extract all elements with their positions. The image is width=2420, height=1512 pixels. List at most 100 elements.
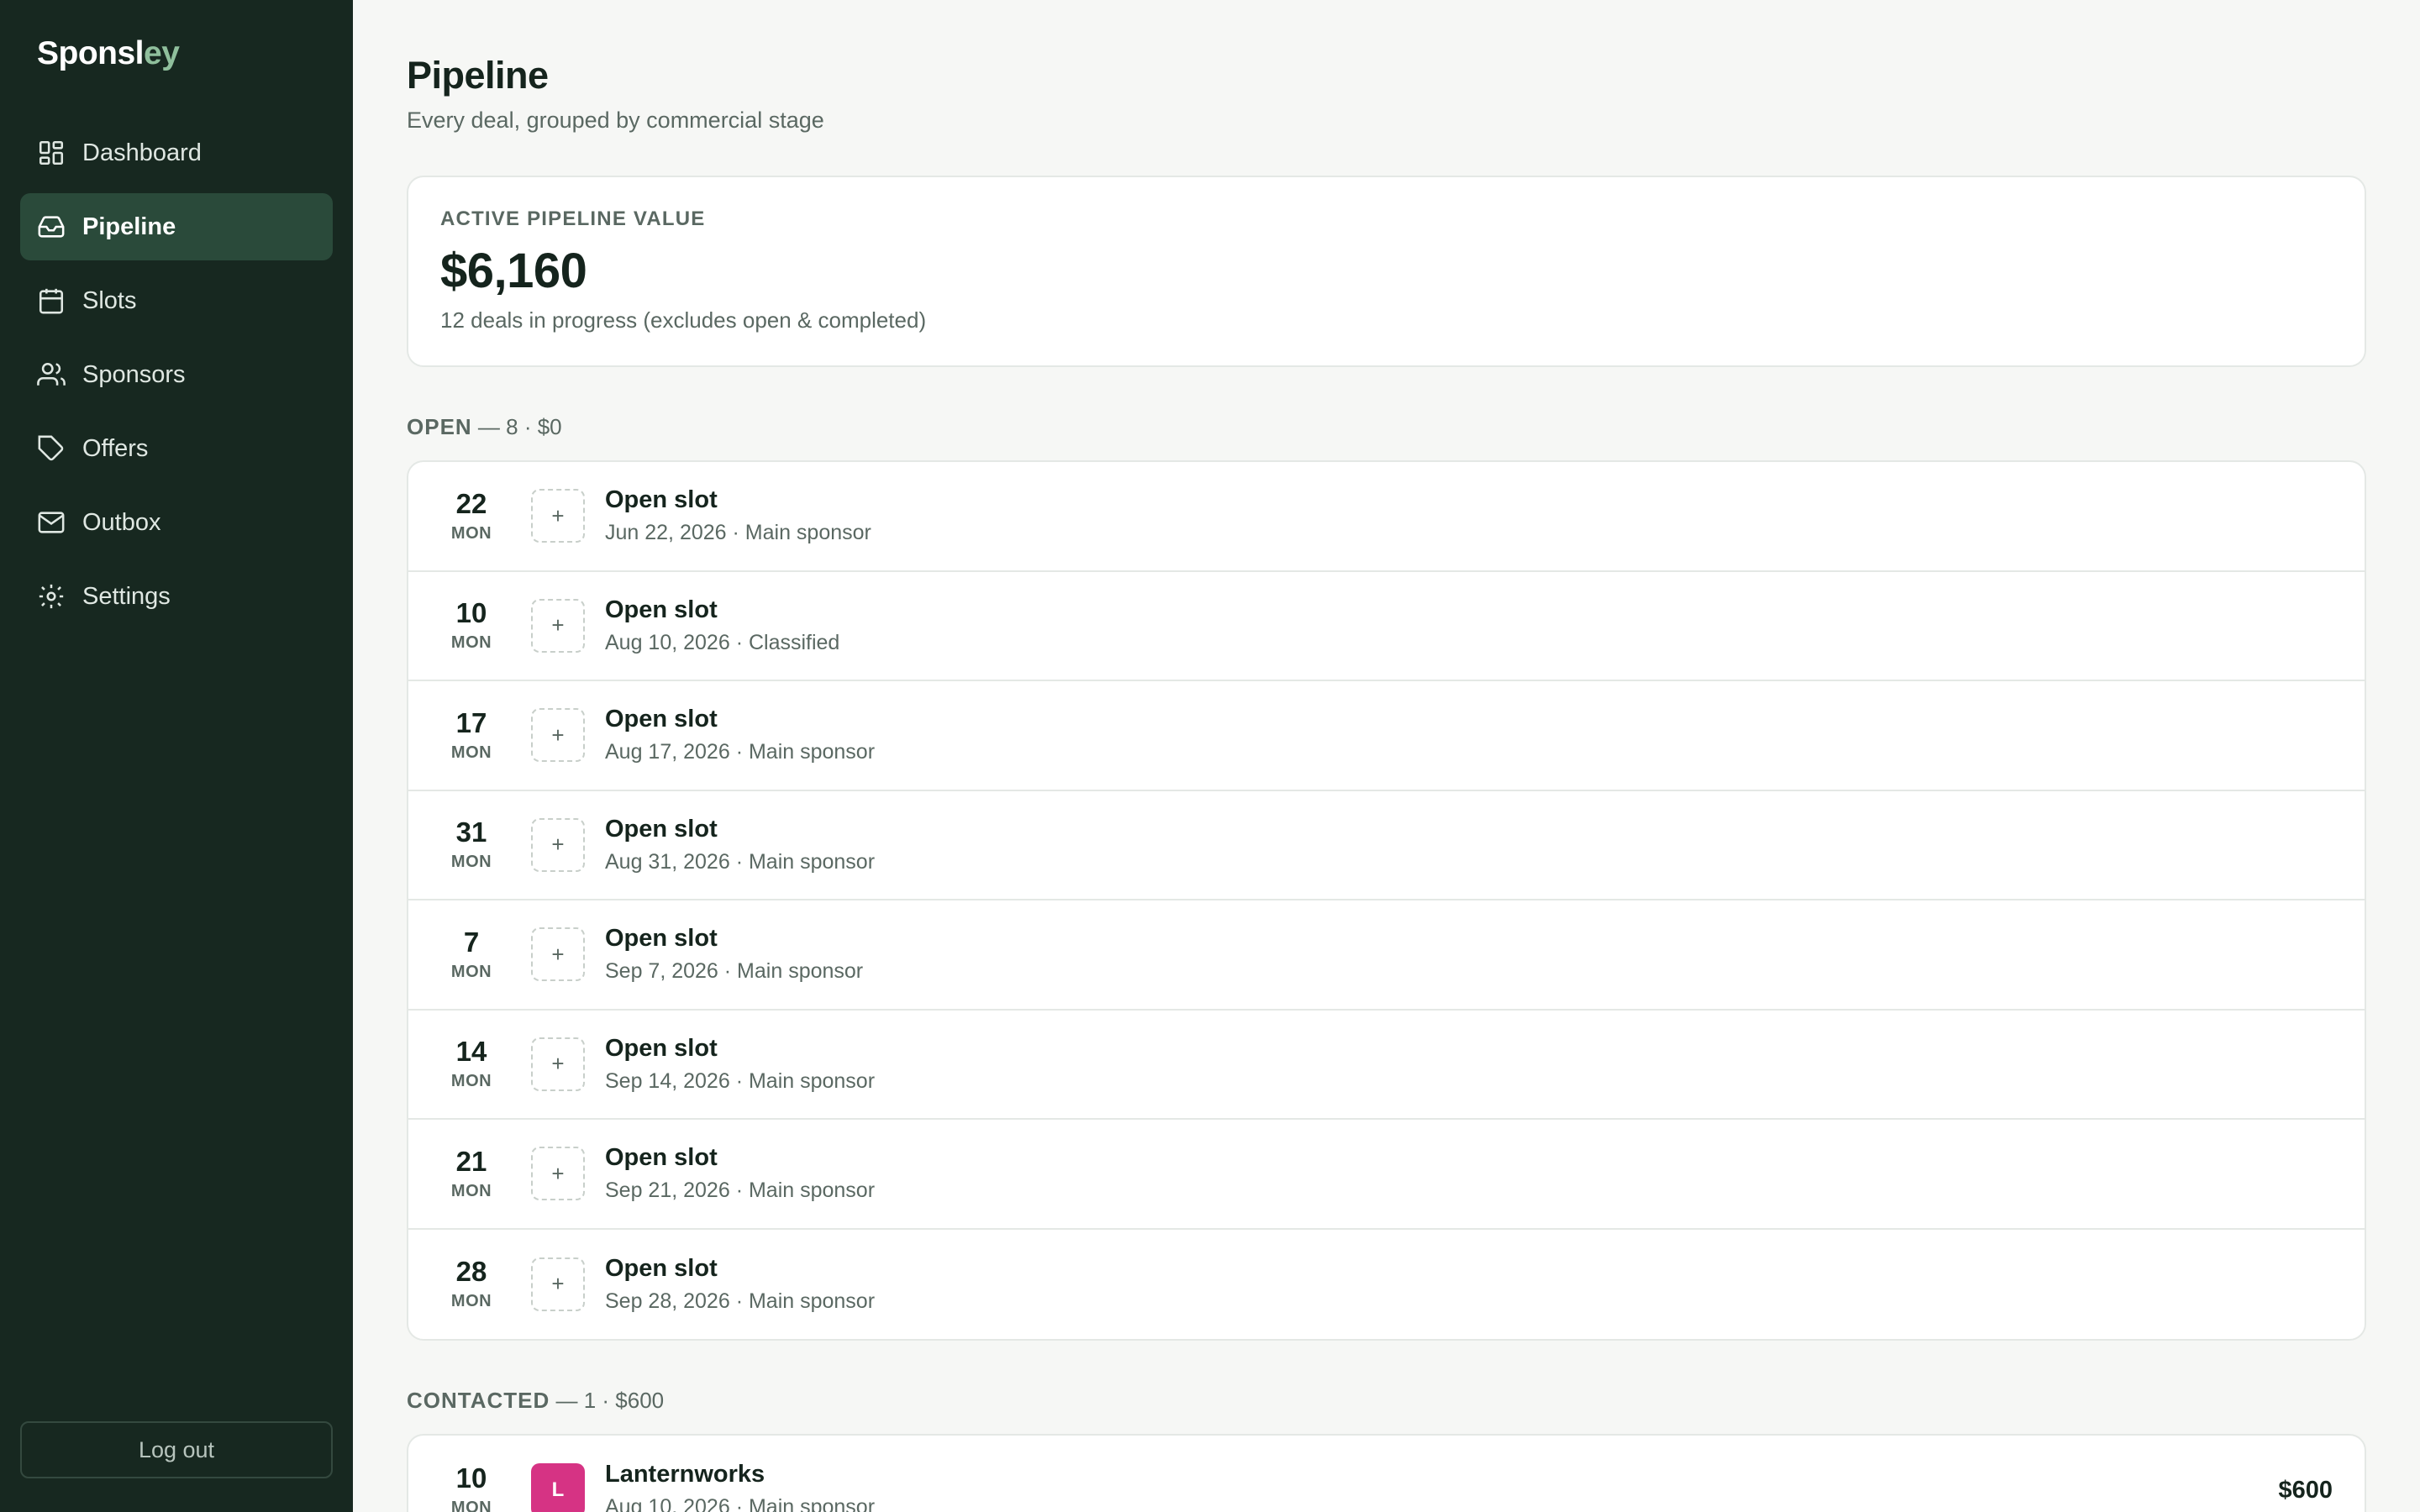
sidebar-item-outbox[interactable]: Outbox bbox=[20, 489, 333, 556]
row-text: Open slot Aug 31, 2026 · Main sponsor bbox=[605, 816, 875, 874]
add-slot-icon[interactable]: + bbox=[531, 708, 585, 763]
row-title: Open slot bbox=[605, 706, 718, 733]
deal-amount: $600 bbox=[2278, 1476, 2333, 1504]
row-day: 21 bbox=[455, 1145, 487, 1177]
row-weekday: MON bbox=[450, 743, 492, 762]
add-slot-icon[interactable]: + bbox=[531, 817, 585, 872]
row-day: 31 bbox=[455, 816, 487, 848]
row-subtitle: Sep 28, 2026 · Main sponsor bbox=[605, 1289, 876, 1313]
table-row[interactable]: 7 MON + Open slot Sep 7, 2026 · Main spons… bbox=[408, 900, 2365, 1011]
table-row[interactable]: 14 MON + Open slot Sep 14, 2026 · Main spo… bbox=[408, 1011, 2365, 1120]
table-row[interactable]: 28 MON + Open slot Sep 28, 2026 · Main spo… bbox=[408, 1230, 2365, 1340]
sidebar-item-label: Offers bbox=[82, 434, 149, 462]
gear-icon bbox=[37, 582, 66, 611]
add-slot-icon[interactable]: + bbox=[531, 489, 585, 543]
sidebar-item-pipeline[interactable]: Pipeline bbox=[20, 193, 333, 260]
sidebar: Sponsley Dashboard Pipeline Slots Sponso… bbox=[0, 0, 353, 1512]
row-text: Open slot Jun 22, 2026 · Main sponsor bbox=[605, 486, 871, 545]
app-root: Sponsley Dashboard Pipeline Slots Sponso… bbox=[0, 0, 2420, 1512]
add-slot-icon[interactable]: + bbox=[531, 598, 585, 653]
row-text: Open slot Sep 21, 2026 · Main sponsor bbox=[605, 1144, 875, 1203]
row-date: 31 MON bbox=[440, 816, 502, 872]
row-day: 10 bbox=[455, 597, 487, 629]
row-date: 7 MON bbox=[440, 927, 502, 982]
app-logo[interactable]: Sponsley bbox=[37, 35, 180, 72]
add-slot-icon[interactable]: + bbox=[531, 927, 585, 982]
row-subtitle: Sep 21, 2026 · Main sponsor bbox=[605, 1179, 876, 1203]
sidebar-nav: Dashboard Pipeline Slots Sponsors Offers… bbox=[20, 119, 333, 637]
row-subtitle: Aug 10, 2026 · Classified bbox=[605, 630, 840, 654]
sidebar-item-label: Outbox bbox=[82, 508, 161, 536]
row-text: Open slot Aug 17, 2026 · Main sponsor bbox=[605, 706, 875, 764]
open-deals-list: 22 MON + Open slot Jun 22, 2026 · Main spo… bbox=[407, 460, 2366, 1341]
add-slot-icon[interactable]: + bbox=[531, 1257, 585, 1311]
row-date: 14 MON bbox=[440, 1036, 502, 1091]
row-subtitle: Aug 17, 2026 · Main sponsor bbox=[605, 740, 876, 764]
row-text: Open slot Sep 14, 2026 · Main sponsor bbox=[605, 1035, 875, 1094]
row-weekday: MON bbox=[450, 853, 492, 872]
row-day: 22 bbox=[455, 487, 487, 519]
logout-button[interactable]: Log out bbox=[20, 1421, 333, 1478]
row-day: 14 bbox=[455, 1036, 487, 1068]
users-icon bbox=[37, 360, 66, 389]
row-date: 17 MON bbox=[440, 706, 502, 763]
sidebar-item-offers[interactable]: Offers bbox=[20, 415, 333, 482]
tag-icon bbox=[37, 434, 66, 463]
main-content: Pipeline Every deal, grouped by commerci… bbox=[353, 0, 2420, 1512]
sidebar-item-dashboard[interactable]: Dashboard bbox=[20, 119, 333, 186]
row-weekday: MON bbox=[450, 1181, 492, 1200]
sidebar-item-label: Sponsors bbox=[82, 360, 186, 388]
row-day: 28 bbox=[455, 1256, 487, 1288]
group-stage: OPEN bbox=[407, 414, 472, 439]
row-date: 22 MON bbox=[440, 487, 502, 543]
row-day: 10 bbox=[455, 1462, 487, 1494]
sidebar-item-label: Pipeline bbox=[82, 213, 176, 240]
add-slot-icon[interactable]: + bbox=[531, 1037, 585, 1091]
inbox-icon bbox=[37, 213, 66, 241]
row-date: 10 MON bbox=[440, 597, 502, 653]
row-subtitle: Aug 10, 2026 · Main sponsor bbox=[605, 1495, 876, 1512]
calendar-icon bbox=[37, 286, 66, 315]
row-text: Lanternworks Aug 10, 2026 · Main sponsor bbox=[605, 1461, 875, 1512]
row-title: Open slot bbox=[605, 596, 718, 623]
row-title: Open slot bbox=[605, 1254, 718, 1282]
dashboard-icon bbox=[37, 139, 66, 167]
row-title: Open slot bbox=[605, 1034, 718, 1062]
row-day: 17 bbox=[455, 706, 487, 738]
logo-text-accent: ey bbox=[144, 35, 180, 71]
table-row[interactable]: 10 MON L Lanternworks Aug 10, 2026 · Main … bbox=[408, 1436, 2365, 1512]
row-subtitle: Aug 31, 2026 · Main sponsor bbox=[605, 849, 876, 874]
add-slot-icon[interactable]: + bbox=[531, 1147, 585, 1201]
mail-icon bbox=[37, 508, 66, 537]
row-weekday: MON bbox=[450, 1498, 492, 1512]
pipeline-value-amount: $6,160 bbox=[440, 244, 587, 298]
row-weekday: MON bbox=[450, 1072, 492, 1091]
sidebar-item-slots[interactable]: Slots bbox=[20, 267, 333, 334]
group-count: — 8 · $0 bbox=[471, 414, 562, 439]
table-row[interactable]: 31 MON + Open slot Aug 31, 2026 · Main spo… bbox=[408, 791, 2365, 900]
page-title: Pipeline bbox=[407, 54, 549, 97]
contacted-deals-list: 10 MON L Lanternworks Aug 10, 2026 · Main … bbox=[407, 1434, 2366, 1512]
row-title: Open slot bbox=[605, 486, 718, 514]
row-date: 21 MON bbox=[440, 1145, 502, 1201]
row-day: 7 bbox=[463, 926, 480, 958]
table-row[interactable]: 17 MON + Open slot Aug 17, 2026 · Main spo… bbox=[408, 681, 2365, 791]
row-weekday: MON bbox=[450, 633, 492, 653]
row-subtitle: Sep 7, 2026 · Main sponsor bbox=[605, 959, 864, 984]
group-stage: CONTACTED bbox=[407, 1388, 550, 1413]
row-text: Open slot Sep 7, 2026 · Main sponsor bbox=[605, 925, 863, 984]
table-row[interactable]: 10 MON + Open slot Aug 10, 2026 · Classifi… bbox=[408, 572, 2365, 681]
row-date: 10 MON bbox=[440, 1462, 502, 1512]
row-text: Open slot Aug 10, 2026 · Classified bbox=[605, 596, 839, 655]
group-count: — 1 · $600 bbox=[550, 1388, 665, 1413]
table-row[interactable]: 22 MON + Open slot Jun 22, 2026 · Main spo… bbox=[408, 462, 2365, 572]
logo-text-main: Spons bbox=[37, 35, 135, 71]
sidebar-item-label: Settings bbox=[82, 582, 171, 610]
sidebar-item-sponsors[interactable]: Sponsors bbox=[20, 341, 333, 408]
table-row[interactable]: 21 MON + Open slot Sep 21, 2026 · Main spo… bbox=[408, 1120, 2365, 1230]
group-heading-open: OPEN — 8 · $0 bbox=[407, 414, 2366, 440]
row-weekday: MON bbox=[450, 962, 492, 981]
row-date: 28 MON bbox=[440, 1256, 502, 1311]
sidebar-item-settings[interactable]: Settings bbox=[20, 563, 333, 630]
sidebar-item-label: Slots bbox=[82, 286, 137, 314]
